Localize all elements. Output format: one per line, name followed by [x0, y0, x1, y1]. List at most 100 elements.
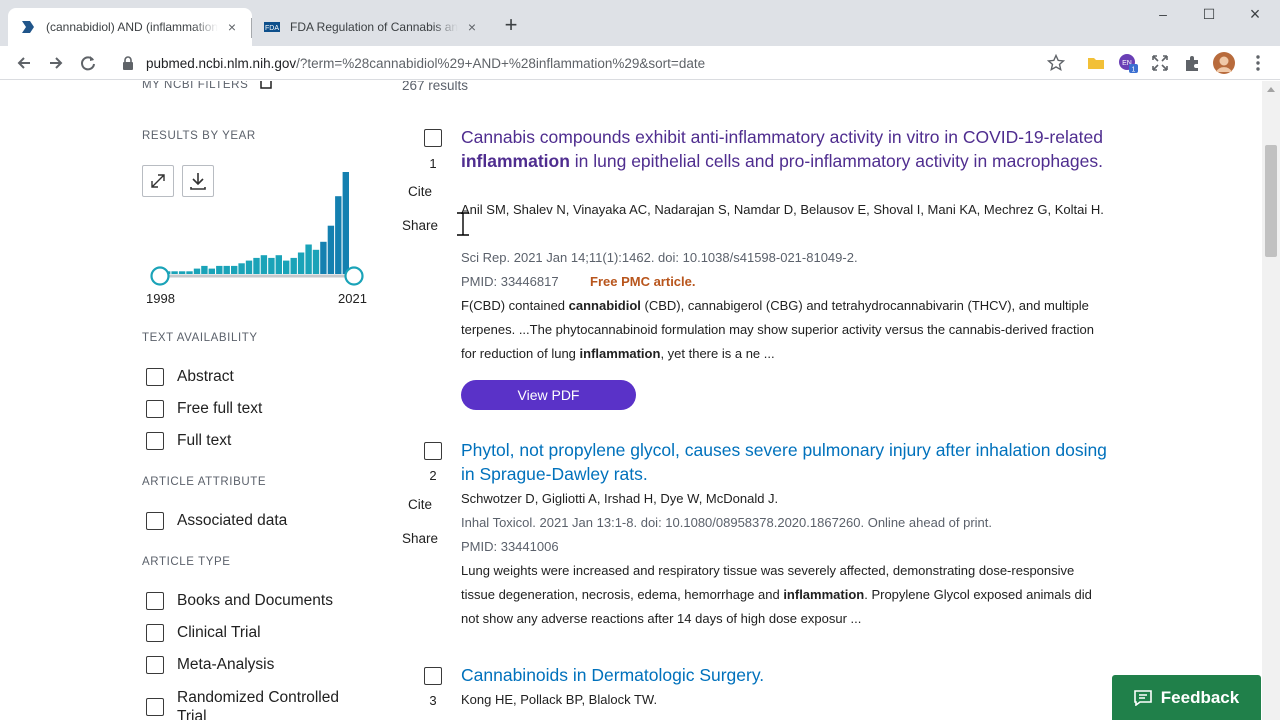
result-snippet: F(CBD) contained cannabidiol (CBD), cann…	[461, 294, 1111, 366]
tab-pubmed-search[interactable]: (cannabidiol) AND (inflammation) ×	[8, 8, 252, 46]
year-bar[interactable]	[238, 263, 245, 274]
view-pdf-button[interactable]: View PDF	[461, 380, 636, 410]
year-bar[interactable]	[283, 260, 290, 274]
checkbox[interactable]	[146, 592, 164, 610]
year-bar[interactable]	[312, 249, 320, 274]
minimize-button[interactable]: –	[1151, 6, 1175, 28]
checkbox[interactable]	[146, 432, 164, 450]
tab-close-icon[interactable]: ×	[464, 19, 480, 35]
result-number: 3	[429, 693, 437, 708]
maximize-button[interactable]: ☐	[1197, 6, 1221, 28]
forward-arrow-icon[interactable]	[45, 52, 67, 74]
my-ncbi-filters-heading[interactable]: MY NCBI FILTERS	[142, 81, 272, 91]
filter-full-text[interactable]: Full text	[146, 432, 231, 450]
results-by-year-chart[interactable]	[142, 165, 370, 289]
year-bar[interactable]	[327, 225, 335, 274]
year-bar[interactable]	[171, 271, 178, 274]
filter-clinical-trial[interactable]: Clinical Trial	[146, 624, 261, 642]
checkbox[interactable]	[146, 624, 164, 642]
profile-extension-icon[interactable]: EN 1	[1118, 53, 1138, 73]
filter-meta-analysis[interactable]: Meta-Analysis	[146, 656, 274, 674]
year-bar[interactable]	[253, 257, 260, 274]
external-link-icon	[260, 81, 272, 89]
checkbox[interactable]	[146, 512, 164, 530]
year-bar[interactable]	[335, 196, 342, 274]
results-by-year-heading: RESULTS BY YEAR	[142, 130, 256, 142]
filter-associated-data[interactable]: Associated data	[146, 512, 287, 530]
year-bar[interactable]	[305, 244, 312, 275]
page-scrollbar[interactable]	[1262, 81, 1280, 720]
filter-abstract[interactable]: Abstract	[146, 368, 234, 386]
reload-icon[interactable]	[77, 52, 99, 74]
browser-menu-icon[interactable]	[1248, 53, 1268, 73]
result-number: 2	[429, 468, 437, 483]
scroll-up-arrow-icon[interactable]	[1267, 87, 1275, 92]
expand-extension-icon[interactable]	[1150, 53, 1170, 73]
year-bar[interactable]	[297, 252, 305, 275]
result-select-checkbox[interactable]	[424, 667, 442, 685]
year-bar[interactable]	[216, 265, 223, 274]
snippet-text: F(CBD) contained	[461, 298, 569, 313]
result-authors: Schwotzer D, Gigliotti A, Irshad H, Dye …	[461, 491, 779, 506]
year-bar[interactable]	[290, 257, 297, 274]
result-title-link[interactable]: Cannabis compounds exhibit anti-inflamma…	[461, 125, 1111, 173]
bookmark-star-icon[interactable]	[1047, 54, 1065, 72]
folder-extension-icon[interactable]	[1086, 53, 1106, 73]
year-bar[interactable]	[342, 172, 349, 274]
filter-label: Randomized Controlled Trial	[177, 689, 339, 720]
filter-books-and-documents[interactable]: Books and Documents	[146, 592, 333, 610]
snippet-highlight: inflammation	[579, 346, 661, 361]
checkbox[interactable]	[146, 400, 164, 418]
pubmed-favicon-icon	[22, 21, 34, 33]
text-availability-heading: TEXT AVAILABILITY	[142, 332, 258, 344]
result-snippet: Lung weights were increased and respirat…	[461, 559, 1111, 631]
share-button[interactable]: Share	[396, 531, 444, 546]
year-bar[interactable]	[260, 255, 268, 274]
scrollbar-thumb[interactable]	[1265, 145, 1277, 257]
feedback-icon	[1133, 689, 1152, 706]
address-bar[interactable]: pubmed.ncbi.nlm.nih.gov/?term=%28cannabi…	[112, 49, 1074, 77]
filter-label: Books and Documents	[177, 592, 333, 609]
new-tab-button[interactable]: +	[500, 14, 522, 37]
avatar[interactable]	[1213, 52, 1235, 74]
timeline-start-handle[interactable]	[150, 266, 170, 286]
filter-label: Meta-Analysis	[177, 656, 275, 673]
checkbox[interactable]	[146, 698, 164, 716]
year-bar[interactable]	[208, 268, 215, 274]
year-bar[interactable]	[245, 260, 253, 274]
cite-button[interactable]: Cite	[396, 497, 444, 512]
result-select-checkbox[interactable]	[424, 442, 442, 460]
fda-favicon-icon: FDA	[264, 22, 280, 32]
tab-strip: (cannabidiol) AND (inflammation) × FDA F…	[0, 0, 1280, 46]
close-window-button[interactable]: ×	[1243, 4, 1267, 26]
article-attribute-heading: ARTICLE ATTRIBUTE	[142, 476, 267, 488]
result-title-link[interactable]: Phytol, not propylene glycol, causes sev…	[461, 438, 1111, 486]
cite-button[interactable]: Cite	[396, 184, 444, 199]
back-arrow-icon[interactable]	[13, 52, 35, 74]
year-bar[interactable]	[268, 257, 275, 274]
filter-free-full-text[interactable]: Free full text	[146, 400, 262, 418]
result-select-checkbox[interactable]	[424, 129, 442, 147]
extensions-puzzle-icon[interactable]	[1182, 53, 1202, 73]
year-bar[interactable]	[201, 265, 208, 274]
checkbox[interactable]	[146, 656, 164, 674]
year-bar[interactable]	[223, 265, 230, 274]
year-bar[interactable]	[193, 268, 201, 274]
timeline-end-handle[interactable]	[344, 266, 364, 286]
filter-randomized-controlled-trial[interactable]: Randomized Controlled Trial	[146, 688, 357, 720]
result-title-link[interactable]: Cannabinoids in Dermatologic Surgery.	[461, 663, 1111, 687]
checkbox[interactable]	[146, 368, 164, 386]
share-button[interactable]: Share	[396, 218, 444, 233]
tab-fda-regulation[interactable]: FDA FDA Regulation of Cannabis and Canna…	[252, 8, 492, 46]
year-bar[interactable]	[320, 241, 327, 274]
result-authors: Kong HE, Pollack BP, Blalock TW.	[461, 692, 658, 707]
result-authors: Anil SM, Shalev N, Vinayaka AC, Nadaraja…	[461, 202, 1104, 217]
tab-close-icon[interactable]: ×	[224, 19, 240, 35]
year-bar[interactable]	[186, 271, 193, 274]
url-text: pubmed.ncbi.nlm.nih.gov/?term=%28cannabi…	[146, 56, 705, 71]
year-bar[interactable]	[231, 265, 238, 274]
filter-label: Full text	[177, 432, 232, 449]
year-bar[interactable]	[275, 255, 282, 274]
year-bar[interactable]	[178, 271, 186, 274]
feedback-button[interactable]: Feedback	[1112, 675, 1261, 720]
